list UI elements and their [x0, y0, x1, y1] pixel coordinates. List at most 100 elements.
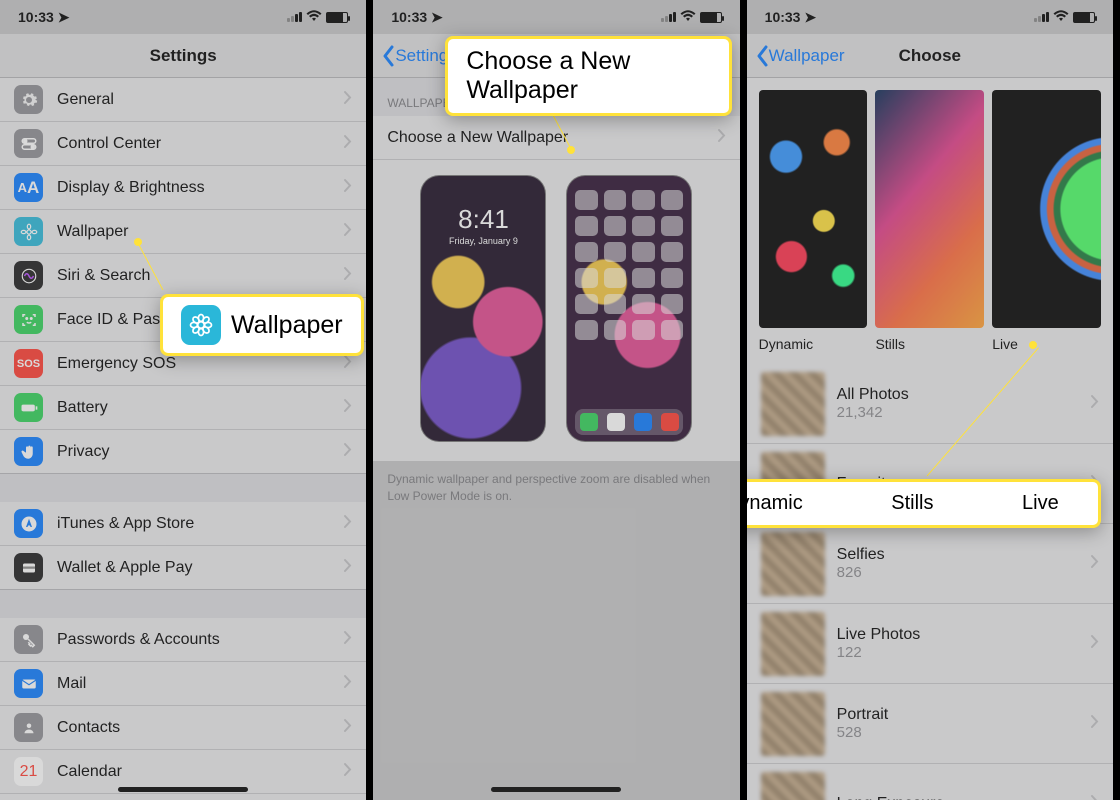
wallpaper-type-stills[interactable]: Stills	[875, 90, 984, 364]
album-name: Live Photos	[837, 626, 1078, 644]
settings-row-battery[interactable]: Battery	[0, 386, 366, 430]
album-count: 122	[837, 644, 1078, 661]
settings-row-general[interactable]: General	[0, 78, 366, 122]
footnote: Dynamic wallpaper and perspective zoom a…	[373, 461, 739, 515]
row-label: iTunes & App Store	[57, 515, 329, 533]
back-button[interactable]: Wallpaper	[755, 45, 845, 67]
row-label: Control Center	[57, 135, 329, 153]
album-info: Long Exposure	[837, 795, 1078, 800]
settings-row-mail[interactable]: Mail	[0, 662, 366, 706]
choose-screen: 10:33 ➤ Wallpaper Choose Dynamic Stills …	[747, 0, 1113, 800]
callout-wallpaper: Wallpaper	[160, 294, 364, 356]
wallpaper-screen: 10:33 ➤ Settings WALLPAPER Choose a New …	[373, 0, 739, 800]
album-thumbnail	[761, 692, 825, 756]
preview-time: 8:41	[421, 204, 545, 235]
mail-icon	[14, 669, 43, 698]
dynamic-thumbnail	[759, 90, 868, 328]
toggles-icon	[14, 129, 43, 158]
chevron-right-icon	[1090, 554, 1099, 574]
row-label: Calendar	[57, 763, 329, 781]
album-row-selfies[interactable]: Selfies826	[747, 524, 1113, 604]
signal-icon	[661, 12, 676, 22]
album-count: 826	[837, 564, 1078, 581]
home-screen-preview[interactable]	[567, 176, 691, 441]
wifi-icon	[306, 9, 322, 25]
album-info: All Photos21,342	[837, 386, 1078, 421]
settings-row-privacy[interactable]: Privacy	[0, 430, 366, 474]
row-label: Siri & Search	[57, 267, 329, 285]
wallpaper-type-live[interactable]: Live	[992, 90, 1101, 364]
textsize-icon: AA	[14, 173, 43, 202]
album-count: 21,342	[837, 404, 1078, 421]
settings-row-siri-search[interactable]: Siri & Search	[0, 254, 366, 298]
home-indicator[interactable]	[491, 787, 621, 792]
settings-row-contacts[interactable]: Contacts	[0, 706, 366, 750]
wifi-icon	[680, 9, 696, 25]
chevron-right-icon	[343, 674, 352, 694]
album-name: All Photos	[837, 386, 1078, 404]
battery-icon	[326, 12, 348, 23]
album-info: Selfies826	[837, 546, 1078, 581]
appstore-icon	[14, 509, 43, 538]
callout-label: Wallpaper	[231, 311, 343, 340]
settings-row-display-brightness[interactable]: AADisplay & Brightness	[0, 166, 366, 210]
settings-row-passwords-accounts[interactable]: Passwords & Accounts	[0, 618, 366, 662]
chevron-right-icon	[1090, 714, 1099, 734]
preview-date: Friday, January 9	[421, 236, 545, 246]
callout-label: Choose a New Wallpaper	[466, 47, 710, 105]
chevron-right-icon	[343, 514, 352, 534]
sos-icon: SOS	[14, 349, 43, 378]
stills-thumbnail	[875, 90, 984, 328]
settings-row-notes[interactable]: Notes	[0, 794, 366, 800]
settings-row-control-center[interactable]: Control Center	[0, 122, 366, 166]
row-label: Wallpaper	[57, 223, 329, 241]
location-arrow-icon: ➤	[431, 9, 443, 25]
chevron-right-icon	[343, 762, 352, 782]
status-bar: 10:33 ➤	[373, 0, 739, 34]
album-thumbnail	[761, 532, 825, 596]
callout-dot	[1029, 341, 1037, 349]
key-icon	[14, 625, 43, 654]
album-row-all-photos[interactable]: All Photos21,342	[747, 364, 1113, 444]
row-label: Choose a New Wallpaper	[387, 129, 702, 147]
calendar-icon: 21	[14, 757, 43, 786]
callout-choose-wallpaper: Choose a New Wallpaper	[445, 36, 731, 116]
settings-row-itunes-app-store[interactable]: iTunes & App Store	[0, 502, 366, 546]
contacts-icon	[14, 713, 43, 742]
status-bar: 10:33 ➤	[0, 0, 366, 34]
type-label: Stills	[875, 328, 984, 364]
status-bar: 10:33 ➤	[747, 0, 1113, 34]
location-arrow-icon: ➤	[58, 9, 70, 25]
wallpaper-type-dynamic[interactable]: Dynamic	[759, 90, 868, 364]
live-thumbnail	[992, 90, 1101, 328]
wallpaper-previews: 8:41 Friday, January 9	[373, 160, 739, 461]
settings-row-wallet-apple-pay[interactable]: Wallet & Apple Pay	[0, 546, 366, 590]
album-thumbnail	[761, 372, 825, 436]
album-row-portrait[interactable]: Portrait528	[747, 684, 1113, 764]
faceid-icon	[14, 305, 43, 334]
back-label: Wallpaper	[769, 46, 845, 66]
lock-screen-preview[interactable]: 8:41 Friday, January 9	[421, 176, 545, 441]
signal-icon	[1034, 12, 1049, 22]
wifi-icon	[1053, 9, 1069, 25]
album-count: 528	[837, 724, 1078, 741]
album-row-live-photos[interactable]: Live Photos122	[747, 604, 1113, 684]
battery-icon	[1073, 12, 1095, 23]
chevron-right-icon	[1090, 794, 1099, 800]
home-indicator[interactable]	[118, 787, 248, 792]
chevron-right-icon	[343, 134, 352, 154]
type-label: Live	[992, 328, 1101, 364]
chevron-right-icon	[343, 354, 352, 374]
row-label: Wallet & Apple Pay	[57, 559, 329, 577]
album-name: Selfies	[837, 546, 1078, 564]
flower-icon	[14, 217, 43, 246]
settings-row-wallpaper[interactable]: Wallpaper	[0, 210, 366, 254]
album-name: Portrait	[837, 706, 1078, 724]
chevron-right-icon	[717, 128, 726, 148]
status-time: 10:33	[391, 9, 427, 25]
row-label: Mail	[57, 675, 329, 693]
album-row-long-exposure[interactable]: Long Exposure	[747, 764, 1113, 800]
chevron-right-icon	[343, 558, 352, 578]
nav-bar: Wallpaper Choose	[747, 34, 1113, 78]
callout-live: Live	[1022, 492, 1059, 515]
